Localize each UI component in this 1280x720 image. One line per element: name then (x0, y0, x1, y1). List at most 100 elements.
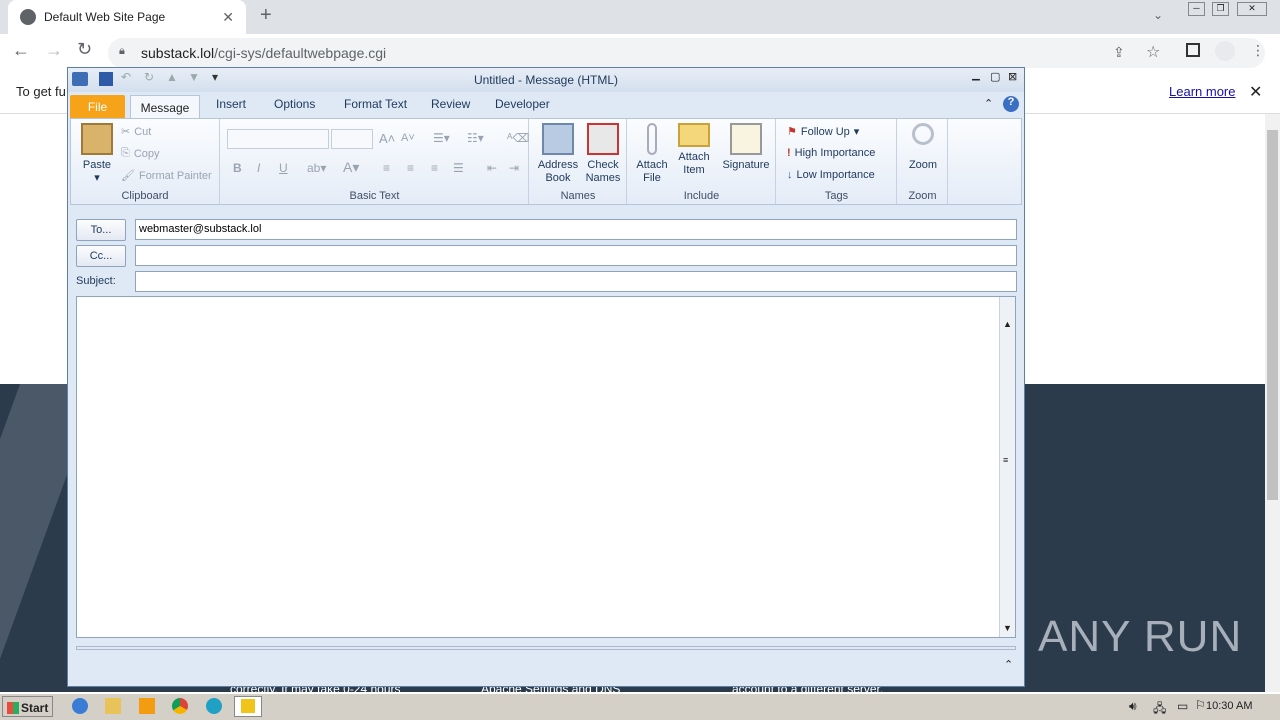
tab-search-icon[interactable]: ⌄ (1153, 8, 1163, 22)
restore-icon[interactable]: ❐ (1212, 2, 1229, 16)
ie-icon[interactable] (72, 698, 88, 714)
bookmark-star-icon[interactable]: ☆ (1146, 42, 1160, 62)
battery-icon[interactable]: ▭ (1177, 699, 1188, 713)
tab-message[interactable]: Message (130, 95, 200, 119)
numbering-icon[interactable]: ☷▾ (467, 131, 484, 145)
close-window-icon[interactable]: ✕ (1237, 2, 1267, 16)
attach-file-label: Attach File (636, 159, 668, 184)
paste-dropdown-icon[interactable]: ▾ (94, 172, 100, 184)
start-button[interactable]: Start (2, 696, 53, 717)
clear-formatting-icon[interactable]: ᴬ⌫ (507, 131, 529, 145)
high-importance-button[interactable]: ! High Importance (787, 147, 875, 159)
tab-options[interactable]: Options (274, 97, 315, 111)
expand-people-pane-icon[interactable]: ⌃ (1004, 658, 1013, 671)
minimize-icon[interactable]: ─ (1188, 2, 1205, 16)
body-scrollbar[interactable]: ▲ ≡ ▼ (999, 297, 1015, 637)
share-icon[interactable]: ⇪ (1113, 44, 1125, 61)
to-button[interactable]: To... (76, 219, 126, 241)
check-names-button[interactable]: Check Names (580, 123, 626, 185)
menu-icon[interactable]: ⋮ (1251, 42, 1265, 59)
window-titlebar: ↶ ↻ ▲ ▼ ▾ Untitled - Message (HTML) ▁ ▢ … (68, 68, 1024, 92)
volume-icon[interactable]: 🔊︎ (1129, 699, 1137, 714)
back-icon[interactable]: ← (12, 40, 30, 61)
font-name-dropdown[interactable] (227, 129, 329, 149)
signature-label: Signature (722, 159, 770, 171)
new-tab-icon[interactable]: + (260, 4, 272, 27)
address-book-icon (542, 123, 574, 155)
highlight-icon[interactable]: ab▾ (307, 161, 326, 175)
action-center-flag-icon[interactable]: ⚐ (1195, 698, 1206, 712)
outlook-taskbar-icon[interactable] (234, 696, 262, 717)
zoom-button[interactable]: Zoom (902, 123, 944, 172)
signature-button[interactable]: Signature (718, 123, 774, 172)
subject-label: Subject: (76, 275, 116, 287)
tab-developer[interactable]: Developer (495, 97, 550, 111)
page-scrollbar[interactable] (1265, 114, 1280, 692)
justify-icon[interactable]: ☰ (453, 161, 464, 175)
format-painter-button[interactable]: 🖌︎ Format Painter (121, 169, 212, 183)
explorer-icon[interactable] (105, 698, 121, 714)
align-left-icon[interactable]: ≡ (383, 161, 390, 175)
include-group: Attach File Attach Item Signature Includ… (628, 119, 776, 204)
follow-up-button[interactable]: ⚑ Follow Up ▾ (787, 125, 859, 139)
low-importance-button[interactable]: ↓ Low Importance (787, 169, 875, 181)
side-panel-icon[interactable] (1186, 43, 1200, 57)
align-right-icon[interactable]: ≡ (431, 161, 438, 175)
paste-button[interactable]: Paste ▾ (77, 123, 117, 185)
scroll-up-icon[interactable]: ▲ (1003, 319, 1012, 329)
decrease-indent-icon[interactable]: ⇤ (487, 161, 497, 175)
grow-font-icon[interactable]: A˄ (379, 131, 395, 146)
italic-icon[interactable]: I (257, 161, 260, 175)
network-icon[interactable]: 🖧 (1153, 699, 1166, 720)
tab-insert[interactable]: Insert (216, 97, 246, 111)
high-importance-label: High Importance (794, 147, 876, 159)
cut-button[interactable]: ✂ Cut (121, 125, 151, 139)
bold-icon[interactable]: B (233, 161, 242, 175)
shrink-font-icon[interactable]: A˅ (401, 132, 415, 144)
message-body[interactable]: ▲ ≡ ▼ (76, 296, 1016, 638)
zoom-group-label: Zoom (908, 190, 937, 202)
tab-strip: Default Web Site Page ✕ + ⌄ ─ ❐ ✕ (0, 0, 1280, 34)
address-book-button[interactable]: Address Book (534, 123, 582, 185)
media-player-icon[interactable] (139, 698, 155, 714)
win-close-icon[interactable]: ⊠ (1008, 70, 1017, 83)
close-tab-icon[interactable]: ✕ (222, 9, 234, 26)
clipboard-label: Clipboard (121, 190, 169, 202)
names-group: Address Book Check Names Names (530, 119, 627, 204)
info-close-icon[interactable]: ✕ (1249, 82, 1262, 102)
learn-more-link[interactable]: Learn more (1169, 84, 1235, 99)
copy-icon: ⎘ (121, 147, 130, 159)
check-names-icon (587, 123, 619, 155)
help-icon[interactable]: ? (1003, 96, 1019, 112)
cc-button[interactable]: Cc... (76, 245, 126, 267)
scroll-down-icon[interactable]: ▼ (1003, 623, 1012, 633)
tab-file[interactable]: File (70, 95, 125, 118)
align-center-icon[interactable]: ≡ (407, 161, 414, 175)
tab-review[interactable]: Review (431, 97, 470, 111)
win-maximize-icon[interactable]: ▢ (990, 70, 1000, 83)
increase-indent-icon[interactable]: ⇥ (509, 161, 519, 175)
info-bar-text: To get fu (16, 84, 66, 99)
attach-item-button[interactable]: Attach Item (674, 123, 714, 177)
font-size-dropdown[interactable] (331, 129, 373, 149)
flag-icon: ⚑ (787, 126, 797, 138)
profile-icon[interactable] (1215, 41, 1235, 61)
subject-field[interactable] (135, 271, 1017, 292)
minimize-ribbon-icon[interactable]: ⌃ (984, 97, 993, 110)
tab-format-text[interactable]: Format Text (344, 97, 407, 111)
forward-icon[interactable]: → (45, 40, 63, 61)
copy-button[interactable]: ⎘ Copy (121, 147, 160, 160)
cc-field[interactable] (135, 245, 1017, 266)
reload-icon[interactable]: ↻ (77, 39, 92, 60)
underline-icon[interactable]: U (279, 161, 288, 175)
font-color-icon[interactable]: A▾ (343, 159, 359, 176)
magnifier-icon (912, 123, 934, 145)
url-text[interactable]: substack.lol/cgi-sys/defaultwebpage.cgi (141, 45, 386, 61)
edge-icon[interactable] (206, 698, 222, 714)
to-field[interactable]: webmaster@substack.lol (135, 219, 1017, 240)
attach-file-button[interactable]: Attach File (632, 123, 672, 185)
browser-tab[interactable]: Default Web Site Page ✕ (8, 0, 246, 34)
chrome-icon[interactable] (172, 698, 188, 714)
bullets-icon[interactable]: ☰▾ (433, 131, 450, 145)
win-minimize-icon[interactable]: ▁ (972, 70, 980, 81)
